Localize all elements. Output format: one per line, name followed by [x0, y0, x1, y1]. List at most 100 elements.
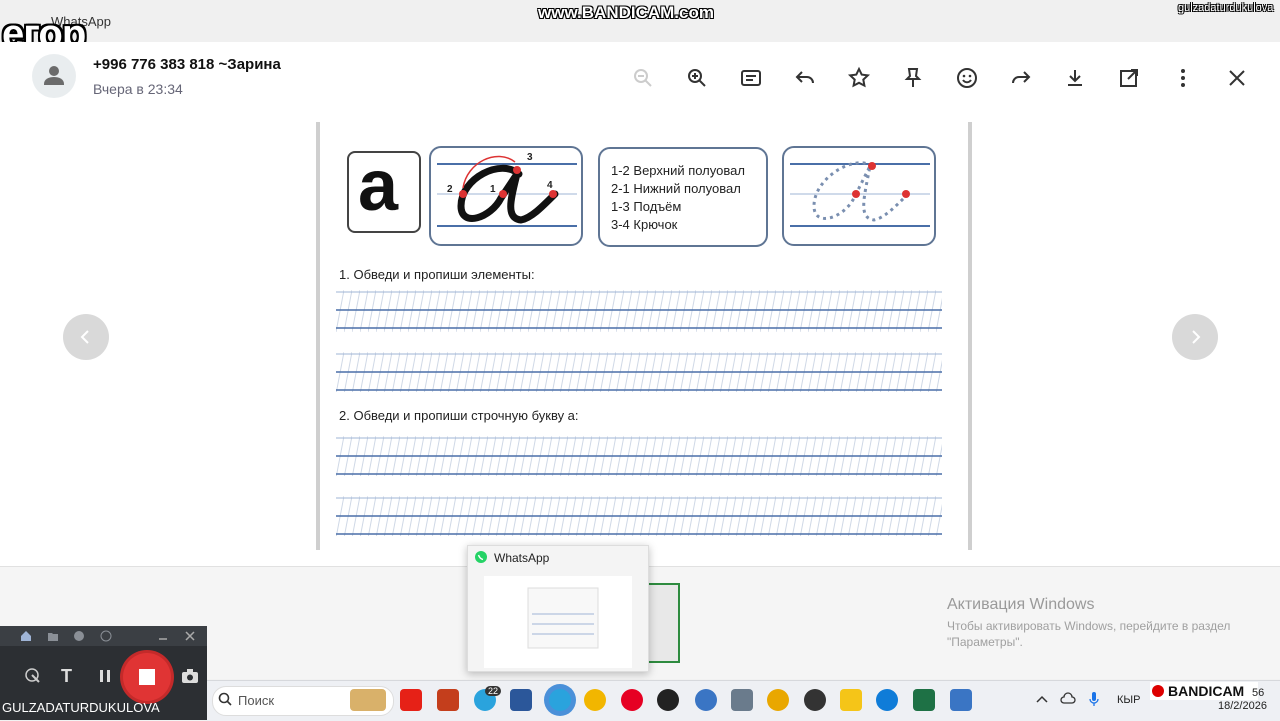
close-icon: [1229, 70, 1245, 86]
stroke-point-2: 2: [447, 184, 453, 195]
search-placeholder: Поиск: [238, 693, 275, 708]
chrome-icon[interactable]: [584, 689, 606, 711]
practice-lines-2: [336, 352, 942, 392]
telegram-badge: 22: [485, 686, 502, 696]
emoji-button[interactable]: [953, 64, 981, 92]
tray-brand: BANDICAM: [1168, 683, 1245, 699]
forward-icon: [1012, 71, 1031, 84]
more-icon: [1181, 69, 1185, 87]
zoom-in-button[interactable]: [683, 64, 711, 92]
close-recorder-icon[interactable]: [184, 630, 196, 642]
cloud-icon[interactable]: [1060, 692, 1076, 704]
file-explorer-icon[interactable]: [840, 689, 862, 711]
record-app-icon[interactable]: [657, 689, 679, 711]
chrome-alt-icon[interactable]: [767, 689, 789, 711]
contact-name: +996 776 383 818 ~Зарина: [93, 56, 281, 73]
zoom-out-icon: [634, 69, 652, 87]
pin-icon: [904, 68, 922, 87]
download-button[interactable]: [1061, 64, 1089, 92]
search-highlight-icon[interactable]: [350, 689, 386, 711]
caption-icon: [741, 70, 761, 86]
star-button[interactable]: [845, 64, 873, 92]
chevron-up-icon[interactable]: [1036, 694, 1048, 704]
preview-thumbnail: [484, 576, 632, 668]
more-button[interactable]: [1169, 64, 1197, 92]
app-icon[interactable]: [695, 689, 717, 711]
legend-line-2: 2-1 Нижний полуовал: [611, 181, 741, 196]
home-icon[interactable]: [20, 630, 32, 642]
chatgpt-icon[interactable]: [804, 689, 826, 711]
youtube-icon[interactable]: [400, 689, 422, 711]
next-media-button[interactable]: [1172, 314, 1218, 360]
folder-icon[interactable]: [47, 630, 59, 642]
bandicam-tray-badge: BANDICAM: [1150, 682, 1258, 700]
help-icon[interactable]: [100, 630, 112, 642]
zoom-in-icon: [688, 69, 706, 87]
practice-lines-3: [336, 436, 942, 476]
keyboard-language[interactable]: КЫР: [1117, 694, 1140, 706]
exercise-1-title: 1. Обведи и пропиши элементы:: [339, 267, 535, 282]
stroke-legend-card: [598, 147, 768, 247]
whatsapp-icon: [475, 551, 487, 563]
whatsapp-taskbar-icon[interactable]: [549, 689, 571, 711]
microphone-icon[interactable]: [1088, 691, 1100, 707]
chevron-right-icon: [1192, 330, 1201, 344]
cursor-effect-icon[interactable]: [24, 667, 42, 685]
pause-icon[interactable]: [97, 668, 113, 684]
app-icon-2[interactable]: [950, 689, 972, 711]
practice-lines-1: [336, 290, 942, 332]
preview-title: WhatsApp: [494, 551, 550, 565]
recorder-username: GULZADATURDUKULOVA: [2, 700, 160, 715]
camera-icon[interactable]: [181, 668, 199, 684]
dotted-a-drawing: [790, 161, 930, 227]
legend-line-3: 1-3 Подъём: [611, 199, 682, 214]
close-button[interactable]: [1223, 64, 1251, 92]
open-external-button[interactable]: [1115, 64, 1143, 92]
clock-time: 56: [1252, 687, 1265, 699]
record-dot-icon: [1152, 685, 1164, 697]
chevron-left-icon: [80, 330, 89, 344]
star-icon: [847, 66, 871, 88]
legend-line-4: 3-4 Крючок: [611, 217, 678, 232]
powerpoint-icon[interactable]: [437, 689, 459, 711]
calculator-icon[interactable]: [731, 689, 753, 711]
contact-avatar[interactable]: [32, 54, 76, 98]
previous-media-button[interactable]: [63, 314, 109, 360]
stroke-point-3: 3: [527, 152, 533, 163]
stop-recording-button[interactable]: [123, 653, 171, 701]
excel-icon[interactable]: [913, 689, 935, 711]
windows-activation-title: Активация Windows: [947, 596, 1095, 613]
recording-watermark: www.BANDICAM.com: [538, 3, 714, 22]
pinterest-icon[interactable]: [621, 689, 643, 711]
reply-icon: [795, 71, 814, 84]
selected-thumbnail[interactable]: [646, 583, 680, 663]
zoom-out-button[interactable]: [629, 64, 657, 92]
cursive-a-drawing: [437, 155, 577, 227]
legend-line-1: 1-2 Верхний полуовал: [611, 163, 745, 178]
user-watermark: gulzadaturdukulova: [1178, 2, 1274, 14]
stop-icon: [139, 669, 155, 685]
search-icon: [218, 692, 232, 706]
person-icon: [44, 66, 64, 85]
clock-date: 18/2/2026: [1218, 700, 1267, 712]
open-external-icon: [1120, 69, 1138, 87]
reply-button[interactable]: [791, 64, 819, 92]
word-icon[interactable]: [510, 689, 532, 711]
caption-button[interactable]: [737, 64, 765, 92]
emoji-icon: [957, 68, 977, 88]
windows-activation-text: Чтобы активировать Windows, перейдите в …: [947, 619, 1231, 649]
text-tool-icon[interactable]: T: [61, 666, 72, 687]
stroke-point-1: 1: [490, 184, 496, 195]
practice-lines-4: [336, 496, 942, 536]
stroke-point-4: 4: [547, 180, 553, 191]
exercise-2-title: 2. Обведи и пропиши строчную букву а:: [339, 408, 579, 423]
cursive-letter-card: [429, 146, 583, 246]
timer-icon[interactable]: [73, 630, 85, 642]
tracing-letter-card: [782, 146, 936, 246]
letter-glyph: a: [358, 146, 399, 226]
edge-icon[interactable]: [876, 689, 898, 711]
pin-button[interactable]: [899, 64, 927, 92]
message-timestamp: Вчера в 23:34: [93, 81, 183, 97]
minimize-icon[interactable]: [157, 630, 169, 642]
forward-button[interactable]: [1007, 64, 1035, 92]
